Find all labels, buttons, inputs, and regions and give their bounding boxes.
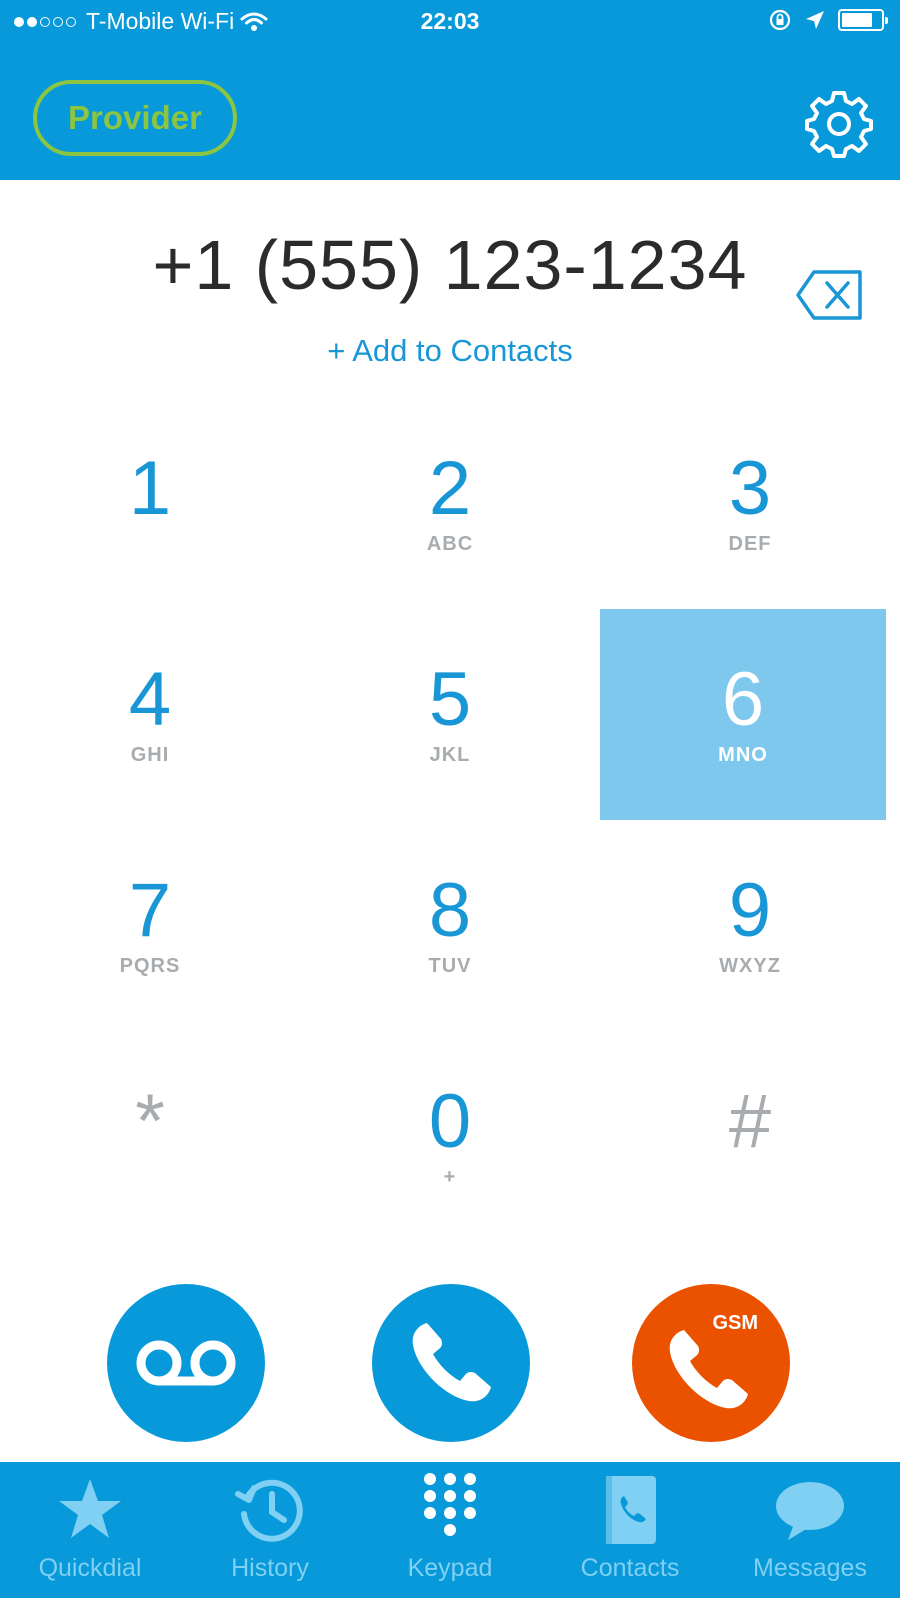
key-digit: 8	[428, 867, 472, 953]
status-time: 22:03	[420, 8, 480, 34]
key-digit: 2	[428, 445, 472, 531]
history-clock-icon	[234, 1474, 306, 1546]
gsm-label: GSM	[712, 1312, 758, 1334]
keypad: 1 2 ABC 3 DEF 4 GHI 5 JKL 6 MNO 7 PQRS 8…	[0, 398, 900, 1243]
key-digit: 4	[128, 656, 172, 742]
key-letters: WXYZ	[719, 954, 781, 977]
chat-bubble-icon	[774, 1474, 846, 1546]
contacts-book-icon	[594, 1474, 666, 1546]
phone-icon	[669, 1330, 748, 1409]
key-digit: 1	[128, 445, 172, 531]
tab-label: Quickdial	[38, 1554, 142, 1582]
key-letters: MNO	[718, 743, 768, 766]
key-6[interactable]: 6 MNO	[600, 609, 886, 820]
key-7[interactable]: 7 PQRS	[0, 820, 300, 1031]
key-hash[interactable]: #	[600, 1031, 900, 1242]
app-header: T-Mobile Wi-Fi 22:03 Provider	[0, 0, 900, 180]
battery-level	[842, 13, 873, 27]
key-0[interactable]: 0 +	[300, 1031, 600, 1242]
key-digit: 3	[728, 445, 772, 531]
key-star[interactable]: *	[0, 1031, 300, 1242]
key-digit: 6	[721, 656, 765, 742]
backspace-icon[interactable]	[796, 268, 866, 322]
key-2[interactable]: 2 ABC	[300, 398, 600, 609]
key-letters: DEF	[728, 532, 772, 555]
key-letters: ABC	[426, 532, 474, 555]
key-letters: JKL	[429, 743, 471, 766]
tab-label: History	[231, 1554, 309, 1582]
voicemail-button[interactable]	[107, 1284, 265, 1442]
key-9[interactable]: 9 WXYZ	[600, 820, 900, 1031]
tab-label: Contacts	[580, 1554, 680, 1582]
key-digit: 5	[428, 656, 472, 742]
key-1[interactable]: 1	[0, 398, 300, 609]
location-arrow-icon	[806, 11, 824, 29]
key-digit: 0	[428, 1078, 472, 1164]
tab-bar: Quickdial History Keypad Contacts Messag…	[0, 1462, 900, 1598]
star-icon	[54, 1474, 126, 1546]
provider-button[interactable]: Provider	[33, 80, 237, 156]
key-digit: #	[728, 1078, 772, 1164]
gear-icon[interactable]	[800, 85, 878, 163]
key-letters: +	[443, 1165, 457, 1188]
tab-label: Keypad	[407, 1554, 493, 1582]
tab-keypad[interactable]: Keypad	[360, 1462, 540, 1598]
keypad-dots-icon	[414, 1473, 486, 1546]
key-4[interactable]: 4 GHI	[0, 609, 300, 820]
battery-icon	[838, 9, 888, 31]
tab-messages[interactable]: Messages	[720, 1462, 900, 1598]
key-digit: 9	[728, 867, 772, 953]
add-to-contacts-link[interactable]: + Add to Contacts	[0, 333, 900, 369]
status-right	[768, 8, 888, 32]
tab-quickdial[interactable]: Quickdial	[0, 1462, 180, 1598]
tab-contacts[interactable]: Contacts	[540, 1462, 720, 1598]
gsm-call-button[interactable]: GSM	[632, 1284, 790, 1442]
key-digit: *	[135, 1078, 165, 1164]
key-3[interactable]: 3 DEF	[600, 398, 900, 609]
rotation-lock-icon	[769, 9, 791, 31]
voicemail-icon	[136, 1340, 236, 1386]
tab-label: Messages	[753, 1554, 867, 1582]
status-bar: T-Mobile Wi-Fi 22:03	[0, 0, 900, 44]
dialed-number: +1 (555) 123-1234	[152, 226, 748, 304]
phone-icon	[412, 1323, 491, 1402]
key-5[interactable]: 5 JKL	[300, 609, 600, 820]
key-letters: GHI	[130, 743, 170, 766]
key-digit: 7	[128, 867, 172, 953]
key-letters: TUV	[428, 954, 472, 977]
call-button[interactable]	[372, 1284, 530, 1442]
tab-history[interactable]: History	[180, 1462, 360, 1598]
key-8[interactable]: 8 TUV	[300, 820, 600, 1031]
key-letters: PQRS	[119, 954, 181, 977]
